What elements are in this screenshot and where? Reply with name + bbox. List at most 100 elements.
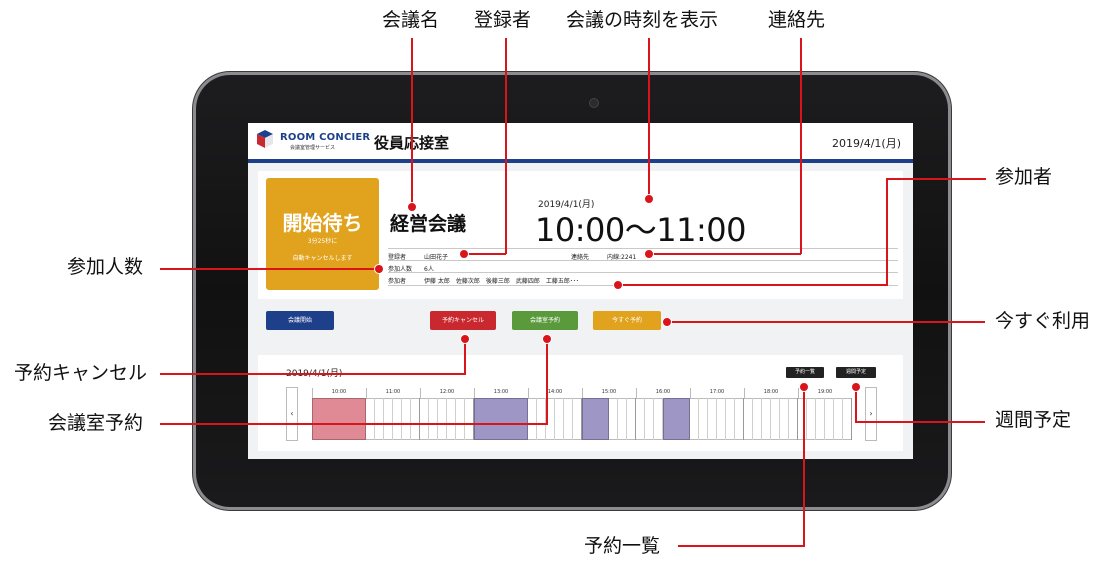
camera-icon [589,98,599,108]
reservation-list-button[interactable]: 予約一覧 [786,367,824,378]
chevron-left-icon[interactable]: ‹ [286,387,298,441]
time-slot[interactable] [699,398,708,440]
time-slot[interactable] [636,398,645,440]
time-slot[interactable] [366,398,375,440]
time-slot[interactable] [735,398,744,440]
time-slot[interactable] [447,398,456,440]
time-slot[interactable] [456,398,465,440]
time-slot[interactable] [744,398,753,440]
hour-divider [366,388,367,398]
hour-label: 13:00 [493,389,509,395]
callout-participants: 参加者 [995,166,1053,188]
reserve-now-button[interactable]: 今すぐ予約 [593,311,661,330]
timeline-grid: 10:00 11:00 12:00 13:00 14:00 15:00 16:00 17:00… [312,388,852,440]
tablet-screen: ROOM CONCIER 会議室管理サービス 役員応接室 2019/4/1(月)… [248,123,913,459]
time-slot[interactable] [654,398,663,440]
time-slot[interactable] [780,398,789,440]
time-slot[interactable] [789,398,798,440]
leader-line-reserve-h [160,423,548,425]
cancel-reservation-button[interactable]: 予約キャンセル [430,311,496,330]
time-slot[interactable] [402,398,411,440]
leader-line-participants-h1 [886,178,986,180]
leader-line-cancel-h [160,373,466,375]
time-slot[interactable] [420,398,429,440]
booking-block[interactable] [582,398,609,440]
start-meeting-button[interactable]: 会議開始 [266,311,334,330]
time-slot[interactable] [555,398,564,440]
time-slot[interactable] [753,398,762,440]
marker-weekly [851,382,861,392]
booking-block[interactable] [312,398,366,440]
time-slot[interactable] [834,398,843,440]
marker-time [644,194,654,204]
logo-subtext: 会議室管理サービス [290,145,336,151]
callout-contact: 連絡先 [768,9,826,31]
chevron-right-icon[interactable]: › [865,387,877,441]
leader-line-registrant-h [463,253,506,255]
callout-time-display: 会議の時刻を表示 [566,9,719,31]
time-slot[interactable] [393,398,402,440]
time-slot[interactable] [465,398,474,440]
hour-label: 10:00 [331,389,347,395]
leader-line-contact-h [650,253,801,255]
leader-line-use-now [667,321,985,323]
time-slot[interactable] [816,398,825,440]
callout-reservation-cancel: 予約キャンセル [14,362,148,384]
booking-block[interactable] [474,398,528,440]
time-slot[interactable] [528,398,537,440]
time-slot[interactable] [726,398,735,440]
status-title: 開始待ち [282,211,363,235]
time-slot[interactable] [375,398,384,440]
time-slot[interactable] [384,398,393,440]
status-auto-cancel: 自動キャンセルします [292,255,353,262]
time-slot[interactable] [771,398,780,440]
hour-divider [582,388,583,398]
hour-label: 12:00 [439,389,455,395]
time-slot[interactable] [843,398,852,440]
booking-block[interactable] [663,398,690,440]
marker-list [799,382,809,392]
leader-line-contact [800,38,802,254]
time-slot[interactable] [717,398,726,440]
time-slot[interactable] [708,398,717,440]
status-countdown: 3分25秒に [307,238,338,245]
hour-divider [312,388,313,398]
hour-label: 17:00 [709,389,725,395]
cube-logo-icon [257,130,273,148]
hour-divider [744,388,745,398]
status-badge: 開始待ち 3分25秒に 自動キャンセルします [266,178,379,290]
participants-value: 伊藤 太郎 佐藤次郎 後藤三郎 武藤四郎 工藤五郎･･･ [424,278,579,285]
time-slot[interactable] [537,398,546,440]
time-slot[interactable] [429,398,438,440]
time-slot[interactable] [807,398,816,440]
callout-use-now: 今すぐ利用 [995,310,1091,332]
callout-reservation-list: 予約一覧 [584,535,661,557]
time-slot[interactable] [825,398,834,440]
time-slot[interactable] [564,398,573,440]
hour-label: 11:00 [385,389,401,395]
time-slot[interactable] [618,398,627,440]
callout-participant-count: 参加人数 [67,256,144,278]
hour-label: 16:00 [655,389,671,395]
time-slot[interactable] [438,398,447,440]
participants-label: 参加者 [388,278,407,285]
leader-line-registrant [505,38,507,254]
time-slot[interactable] [627,398,636,440]
time-slot[interactable] [573,398,582,440]
callout-room-reservation: 会議室予約 [48,412,144,434]
hour-divider [636,388,637,398]
weekly-schedule-button[interactable]: 週間予定 [836,367,876,378]
time-slot[interactable] [411,398,420,440]
callout-registrant: 登録者 [474,9,532,31]
time-slot[interactable] [609,398,618,440]
hour-divider [474,388,475,398]
meeting-time: 10:00〜11:00 [535,211,746,249]
leader-line-participants-h2 [618,284,888,286]
time-slot[interactable] [690,398,699,440]
logo-text: ROOM CONCIER [280,132,371,143]
marker-participants [613,280,623,290]
room-reserve-button[interactable]: 会議室予約 [512,311,578,330]
time-slot[interactable] [645,398,654,440]
time-slot[interactable] [762,398,771,440]
leader-line-meeting-name [411,38,413,206]
